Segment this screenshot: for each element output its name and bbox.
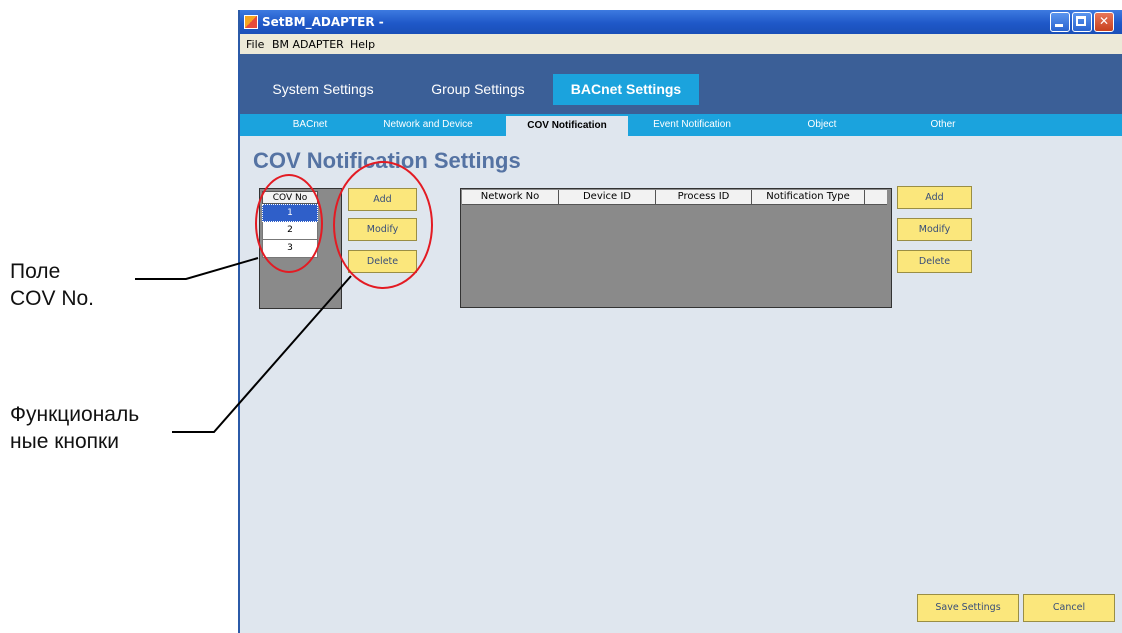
notification-delete-button[interactable]: Delete — [897, 250, 972, 273]
menu-help[interactable]: Help — [350, 38, 375, 51]
highlight-circle-function-buttons — [333, 161, 433, 289]
save-settings-button[interactable]: Save Settings — [917, 594, 1019, 622]
window-title: SetBM_ADAPTER - — [262, 15, 384, 29]
tab-system-settings[interactable]: System Settings — [258, 74, 388, 105]
column-network-no[interactable]: Network No — [462, 190, 559, 204]
cancel-button[interactable]: Cancel — [1023, 594, 1115, 622]
subtab-bacnet[interactable]: BACnet — [260, 114, 360, 136]
subtab-object[interactable]: Object — [772, 114, 872, 136]
tab-group-settings[interactable]: Group Settings — [414, 74, 542, 105]
app-icon — [244, 15, 258, 29]
subtab-event-notification[interactable]: Event Notification — [632, 114, 752, 136]
minimize-button[interactable] — [1050, 12, 1070, 32]
title-bar[interactable]: SetBM_ADAPTER - — [240, 10, 1122, 34]
annotation-function-buttons: Функциональ ные кнопки — [10, 401, 139, 455]
annotation-cov-field: Поле COV No. — [10, 258, 94, 312]
sub-tab-bar: BACnet Network and Device COV Notificati… — [240, 114, 1122, 136]
column-notification-type[interactable]: Notification Type — [752, 190, 865, 204]
annotation-function-buttons-line1: Функциональ — [10, 403, 140, 426]
maximize-button[interactable] — [1072, 12, 1092, 32]
column-process-id[interactable]: Process ID — [656, 190, 752, 204]
column-device-id[interactable]: Device ID — [559, 190, 656, 204]
notification-table-header: Network No Device ID Process ID Notifica… — [462, 190, 887, 205]
close-button[interactable] — [1094, 12, 1114, 32]
subtab-cov-notification[interactable]: COV Notification — [506, 116, 628, 136]
highlight-circle-cov-field — [255, 174, 323, 273]
menu-bm-adapter[interactable]: BM ADAPTER — [272, 38, 344, 51]
annotation-function-buttons-line2: ные кнопки — [10, 430, 119, 453]
subtab-other[interactable]: Other — [893, 114, 993, 136]
main-tab-bar: System Settings Group Settings BACnet Se… — [240, 54, 1122, 114]
tab-bacnet-settings[interactable]: BACnet Settings — [553, 74, 699, 105]
notification-modify-button[interactable]: Modify — [897, 218, 972, 241]
subtab-network-device[interactable]: Network and Device — [368, 114, 488, 136]
annotation-cov-field-line1: Поле — [10, 260, 61, 283]
notification-add-button[interactable]: Add — [897, 186, 972, 209]
app-window: SetBM_ADAPTER - File BM ADAPTER Help Sys… — [238, 10, 1122, 633]
menu-file[interactable]: File — [246, 38, 264, 51]
notification-table[interactable]: Network No Device ID Process ID Notifica… — [460, 188, 892, 308]
annotation-cov-field-line2: COV No. — [10, 287, 95, 310]
menu-bar: File BM ADAPTER Help — [240, 34, 1122, 54]
